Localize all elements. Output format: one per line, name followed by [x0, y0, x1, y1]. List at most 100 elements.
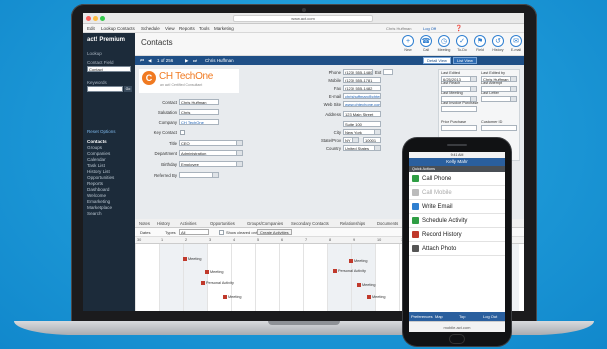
event-label: Meeting: [188, 257, 202, 261]
field-city[interactable]: New York: [343, 129, 381, 135]
tab-history[interactable]: History: [157, 221, 170, 226]
menu-item[interactable]: Edit: [87, 26, 95, 31]
field-salutation[interactable]: Chris: [179, 109, 219, 115]
field-button[interactable]: ⚑ Field: [470, 35, 490, 52]
email-icon: [412, 202, 419, 210]
company-logo-name: CH TechOne: [159, 71, 214, 82]
phone-footer-top[interactable]: Top: [459, 312, 465, 321]
field-mobile[interactable]: (123) 555-1781: [343, 77, 381, 83]
calendar-event[interactable]: Meeting: [367, 295, 386, 299]
field-address-2[interactable]: Suite 100: [343, 121, 381, 127]
calendar-icon: [412, 216, 419, 224]
field-company[interactable]: CH TechOne: [179, 119, 219, 125]
menu-item[interactable]: Contacts: [117, 26, 135, 31]
tab-opportunities[interactable]: Opportunities: [210, 221, 235, 226]
panel-field-last-invoice-purchase[interactable]: [441, 106, 477, 112]
tab-documents[interactable]: Documents: [377, 221, 398, 226]
history-button[interactable]: ↺ History: [488, 35, 508, 52]
calendar-event[interactable]: Meeting: [349, 259, 368, 263]
show-cleared-checkbox[interactable]: [219, 230, 224, 235]
menu-item[interactable]: Lookup: [101, 26, 116, 31]
home-button[interactable]: [449, 334, 465, 344]
types-select[interactable]: All: [179, 229, 209, 235]
calendar-gridline: [279, 244, 280, 311]
tab-groups-companies[interactable]: Groups/Companies: [247, 221, 283, 226]
contact-field-select[interactable]: Contact: [87, 66, 131, 72]
history-icon: [412, 230, 419, 238]
next-record-icon[interactable]: ▶: [185, 58, 188, 64]
ext-label: Ext: [375, 70, 382, 75]
field-birthday[interactable]: Employee: [179, 161, 243, 167]
create-activities-button[interactable]: Create Activities: [257, 229, 292, 235]
calendar-event[interactable]: Personal Activity: [201, 281, 234, 285]
panel-field-label: Last Meeting: [441, 91, 463, 95]
calendar-day-label: 30: [137, 238, 142, 242]
phone-footer-map[interactable]: Map: [435, 312, 443, 321]
key-contact-checkbox[interactable]: [180, 130, 185, 135]
field-fax[interactable]: (123) 555-1482: [343, 85, 381, 91]
field-web-site[interactable]: www.chtechone.com: [343, 101, 381, 107]
meeting-button[interactable]: ◷ Meeting: [434, 35, 454, 52]
field-e-mail[interactable]: chrishuffman@chtechone.com: [343, 93, 381, 99]
quick-action-attach-photo[interactable]: Attach Photo: [409, 242, 505, 256]
calendar-event[interactable]: Meeting: [183, 257, 202, 261]
quick-action-write-email[interactable]: Write Email: [409, 200, 505, 214]
calendar-event[interactable]: Meeting: [223, 295, 242, 299]
url-bar[interactable]: www.act.com: [233, 15, 373, 22]
tab-relationships[interactable]: Relationships: [340, 221, 365, 226]
last-record-icon[interactable]: ⏭: [193, 58, 197, 63]
panel-field-prior-purchase[interactable]: [441, 125, 477, 131]
history-icon: ↺: [492, 35, 504, 47]
field-title[interactable]: CEO: [179, 140, 243, 146]
go-button[interactable]: Go: [124, 86, 132, 92]
panel-field-customer-id[interactable]: [481, 125, 517, 131]
tab-secondary-contacts[interactable]: Secondary Contacts: [291, 221, 329, 226]
field-referred-by[interactable]: [179, 172, 219, 178]
toolbar-button-label: Meeting: [437, 48, 451, 52]
logout-link[interactable]: Log Off: [423, 26, 436, 31]
menu-item[interactable]: View: [165, 26, 175, 31]
field-contact[interactable]: Chris Huffman: [179, 99, 219, 105]
help-icon[interactable]: ❓: [455, 25, 462, 32]
list-view-button[interactable]: List View: [453, 57, 477, 64]
sidebar-item-search[interactable]: Search: [87, 211, 133, 217]
menu-item[interactable]: Schedule: [141, 26, 160, 31]
menu-item[interactable]: Reports: [179, 26, 195, 31]
tab-notes[interactable]: Notes: [139, 221, 150, 226]
phone-footer-log-out[interactable]: Log Out: [483, 312, 497, 321]
field-address[interactable]: 123 Main Street: [343, 111, 381, 117]
maximize-dot[interactable]: [100, 16, 105, 21]
quick-action-call-mobile[interactable]: Call Mobile: [409, 186, 505, 200]
reset-options-link[interactable]: Reset Options: [87, 129, 116, 134]
menu-item[interactable]: Tools: [199, 26, 210, 31]
panel-field-last-letter[interactable]: [481, 96, 517, 102]
detail-view-button[interactable]: Detail View: [423, 57, 451, 64]
field-phone[interactable]: (123) 555-1480: [343, 69, 373, 75]
event-marker-icon: [201, 281, 205, 285]
tab-activities[interactable]: Activities: [180, 221, 197, 226]
calendar-gridline: [231, 244, 232, 311]
first-record-icon[interactable]: ⏮: [140, 58, 144, 63]
field-zip[interactable]: 10001: [363, 137, 381, 143]
close-dot[interactable]: [86, 16, 91, 21]
minimize-dot[interactable]: [93, 16, 98, 21]
to-do-button[interactable]: ✓ To-Do: [452, 35, 472, 52]
call-button[interactable]: ☎ Call: [416, 35, 436, 52]
field-ext[interactable]: [383, 69, 393, 75]
quick-action-call-phone[interactable]: Call Phone: [409, 172, 505, 186]
phone-browser-url[interactable]: mobile.act.com: [409, 321, 505, 332]
previous-record-icon[interactable]: ◀: [148, 58, 151, 64]
field-state-prov[interactable]: NY: [343, 137, 359, 143]
new-button[interactable]: + New: [398, 35, 418, 52]
menu-item[interactable]: Marketing: [214, 26, 234, 31]
calendar-event[interactable]: Personal Activity: [333, 269, 366, 273]
quick-action-schedule-activity[interactable]: Schedule Activity: [409, 214, 505, 228]
calendar-event[interactable]: Meeting: [205, 270, 224, 274]
phone-footer-preferences[interactable]: Preferences: [411, 312, 433, 321]
keywords-input[interactable]: [87, 86, 123, 92]
quick-action-record-history[interactable]: Record History: [409, 228, 505, 242]
field-department[interactable]: Administration: [179, 150, 243, 156]
field-country[interactable]: United States: [343, 145, 381, 151]
e-mail-button[interactable]: ✉ E-mail: [506, 35, 524, 52]
calendar-event[interactable]: Meeting: [357, 283, 376, 287]
